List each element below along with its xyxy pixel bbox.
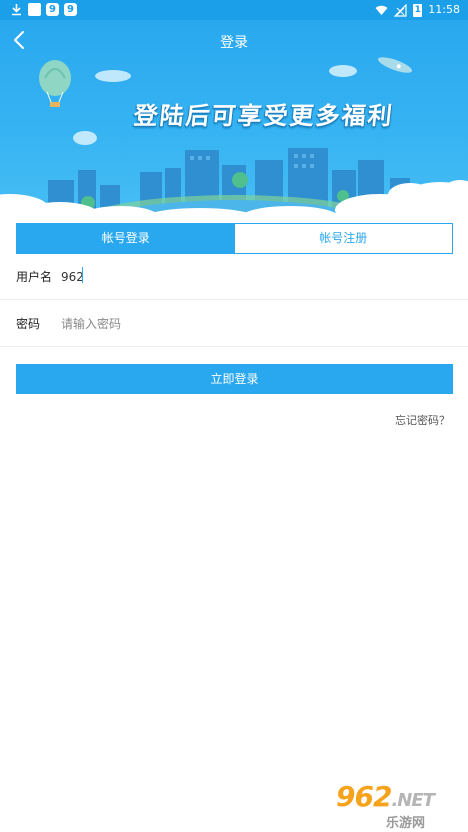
auth-tabs: 帐号登录 帐号注册	[16, 223, 453, 254]
wifi-icon	[375, 5, 388, 15]
signal-off-icon	[394, 3, 407, 17]
forgot-password-link[interactable]: 忘记密码？	[395, 412, 450, 428]
password-label: 密码	[16, 317, 41, 331]
watermark-suffix: .NET	[391, 790, 434, 811]
balloon-icon	[39, 60, 71, 107]
password-row: 密码	[0, 301, 468, 347]
username-label: 用户名	[16, 270, 53, 284]
page-title: 登录	[220, 35, 248, 51]
battery-icon: 1	[413, 3, 423, 17]
square-icon	[28, 3, 41, 16]
status-time: 11:58	[428, 3, 460, 16]
text-caret	[82, 267, 83, 283]
nine-badge-icon: 9	[64, 3, 77, 16]
status-bar: 9 9 1 11:58	[0, 0, 468, 20]
username-row: 用户名	[0, 254, 468, 300]
header-banner: 登录 登陆后可享受更多福利	[0, 20, 468, 216]
watermark-top: 962	[336, 780, 392, 813]
banner-slogan: 登陆后可享受更多福利	[132, 102, 396, 130]
battery-level-text: 1	[414, 4, 421, 15]
watermark-bottom: 乐游网	[386, 816, 426, 831]
tab-account-login[interactable]: 帐号登录	[17, 224, 235, 253]
login-button[interactable]: 立即登录	[16, 364, 453, 394]
username-field[interactable]	[61, 264, 441, 290]
download-icon	[12, 4, 21, 16]
nine-badge-icon: 9	[46, 3, 59, 16]
site-watermark: 962.NET 乐游网	[332, 780, 462, 831]
tab-account-register[interactable]: 帐号注册	[234, 224, 452, 253]
password-field[interactable]	[61, 311, 441, 337]
